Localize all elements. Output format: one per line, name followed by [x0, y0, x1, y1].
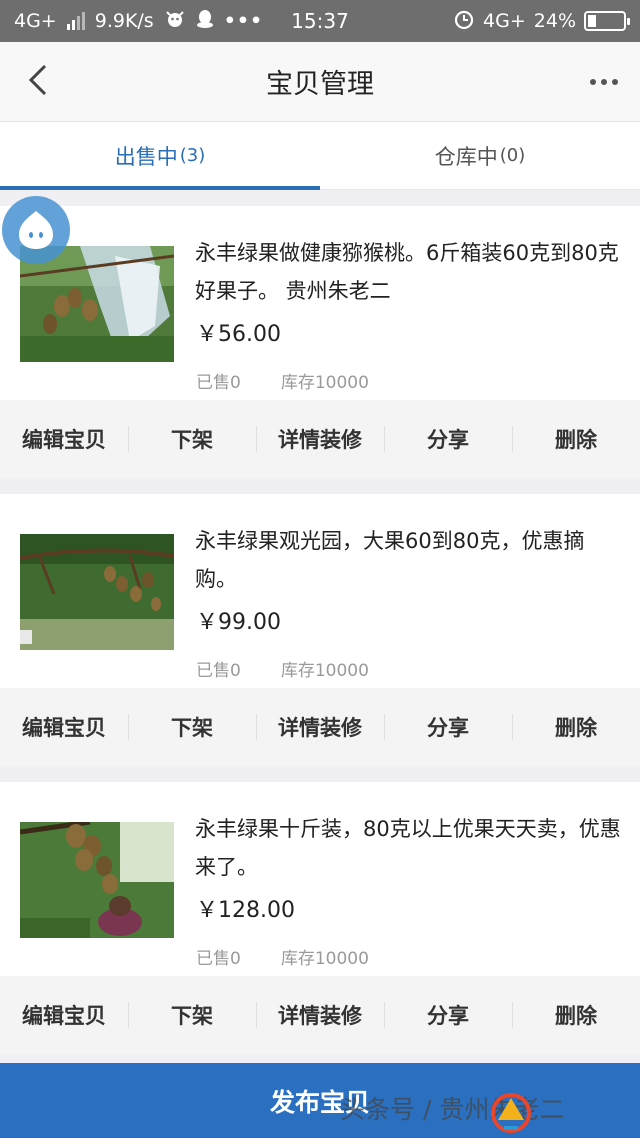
- delist-button[interactable]: 下架: [128, 712, 256, 742]
- delete-button[interactable]: 删除: [512, 424, 640, 454]
- product-info[interactable]: 永丰绿果十斤装，80克以上优果天天卖，优惠来了。 ￥128.00 已售0 库存1…: [0, 782, 640, 976]
- stock-count: 库存10000: [280, 949, 369, 969]
- delist-button[interactable]: 下架: [128, 424, 256, 454]
- network-type-right: 4G+: [483, 10, 526, 32]
- page-title: 宝贝管理: [266, 69, 374, 100]
- share-button[interactable]: 分享: [384, 1000, 512, 1030]
- tab-on-sale[interactable]: 出售中 (3): [0, 122, 320, 190]
- battery-icon: [584, 11, 630, 31]
- edit-item-button[interactable]: 编辑宝贝: [0, 712, 128, 742]
- network-speed: 9.9K/s: [94, 10, 154, 32]
- delist-button[interactable]: 下架: [128, 1000, 256, 1030]
- tab-label: 出售中: [114, 144, 178, 169]
- ellipsis-icon: •••: [223, 10, 264, 32]
- product-price: ￥99.00: [196, 610, 281, 635]
- share-button[interactable]: 分享: [384, 712, 512, 742]
- signal-icon: [66, 12, 85, 30]
- network-type-left: 4G+: [14, 10, 57, 32]
- cow-icon: [164, 9, 186, 34]
- tab-label: 仓库中: [434, 144, 498, 169]
- decorate-details-button[interactable]: 详情装修: [256, 424, 384, 454]
- product-thumbnail[interactable]: [20, 534, 174, 650]
- card-actions: 编辑宝贝 下架 详情装修 分享 删除: [0, 688, 640, 766]
- tab-bar: 出售中 (3) 仓库中 (0): [0, 122, 640, 190]
- product-price: ￥128.00: [196, 898, 295, 923]
- tab-count: (0): [499, 145, 526, 166]
- delete-button[interactable]: 删除: [512, 1000, 640, 1030]
- decorate-details-button[interactable]: 详情装修: [256, 1000, 384, 1030]
- card-actions: 编辑宝贝 下架 详情装修 分享 删除: [0, 400, 640, 478]
- publish-item-button[interactable]: 发布宝贝: [0, 1063, 640, 1138]
- chevron-left-icon: [28, 64, 47, 96]
- floating-assistant-button[interactable]: [2, 196, 70, 264]
- chat-mascot-icon: [19, 211, 53, 249]
- sold-count: 已售0: [196, 373, 241, 393]
- battery-percent: 24%: [533, 10, 576, 32]
- product-info[interactable]: 永丰绿果观光园，大果60到80克，优惠摘购。 ￥99.00 已售0 库存1000…: [0, 494, 640, 688]
- more-dot-icon: [590, 79, 596, 85]
- edit-item-button[interactable]: 编辑宝贝: [0, 424, 128, 454]
- product-thumbnail[interactable]: [20, 246, 174, 362]
- decorate-details-button[interactable]: 详情装修: [256, 712, 384, 742]
- nav-bar: 宝贝管理: [0, 42, 640, 122]
- tab-count: (3): [179, 145, 206, 166]
- more-button[interactable]: [582, 62, 626, 102]
- delete-button[interactable]: 删除: [512, 712, 640, 742]
- product-title: 永丰绿果做健康猕猴桃。6斤箱装60克到80克好果子。 贵州朱老二: [195, 241, 619, 303]
- product-info[interactable]: 永丰绿果做健康猕猴桃。6斤箱装60克到80克好果子。 贵州朱老二 ￥56.00 …: [0, 206, 640, 400]
- product-card: 永丰绿果做健康猕猴桃。6斤箱装60克到80克好果子。 贵州朱老二 ￥56.00 …: [0, 206, 640, 478]
- card-actions: 编辑宝贝 下架 详情装修 分享 删除: [0, 976, 640, 1054]
- qq-penguin-icon: [196, 9, 214, 34]
- sold-count: 已售0: [196, 661, 241, 681]
- alarm-icon: [453, 8, 475, 35]
- product-card: 永丰绿果观光园，大果60到80克，优惠摘购。 ￥99.00 已售0 库存1000…: [0, 494, 640, 766]
- status-bar: 4G+ 9.9K/s ••• 15:37 4G+ 24%: [0, 0, 640, 42]
- product-title: 永丰绿果观光园，大果60到80克，优惠摘购。: [195, 529, 585, 591]
- stock-count: 库存10000: [280, 661, 369, 681]
- product-price: ￥56.00: [196, 322, 281, 347]
- tab-warehouse[interactable]: 仓库中 (0): [320, 122, 640, 189]
- back-button[interactable]: [18, 60, 58, 100]
- edit-item-button[interactable]: 编辑宝贝: [0, 1000, 128, 1030]
- product-card: 永丰绿果十斤装，80克以上优果天天卖，优惠来了。 ￥128.00 已售0 库存1…: [0, 782, 640, 1054]
- share-button[interactable]: 分享: [384, 424, 512, 454]
- sold-count: 已售0: [196, 949, 241, 969]
- stock-count: 库存10000: [280, 373, 369, 393]
- product-title: 永丰绿果十斤装，80克以上优果天天卖，优惠来了。: [195, 817, 621, 879]
- product-thumbnail[interactable]: [20, 822, 174, 938]
- more-dot-icon: [612, 79, 618, 85]
- more-dot-icon: [601, 79, 607, 85]
